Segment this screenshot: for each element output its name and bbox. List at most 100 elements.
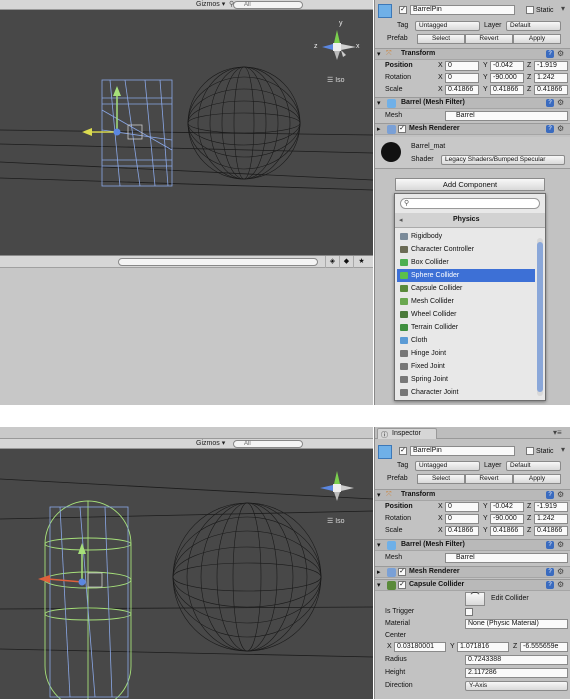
scale-z-field[interactable]: 0.41866 xyxy=(534,85,568,95)
help-icon[interactable]: ? xyxy=(546,99,554,107)
scale-y-field[interactable]: 0.41866 xyxy=(490,526,524,536)
component-item[interactable]: Spring Joint xyxy=(397,373,535,386)
is-trigger-checkbox[interactable] xyxy=(465,608,473,616)
component-item[interactable]: Wheel Collider xyxy=(397,308,535,321)
tab-inspector[interactable]: ⓘ Inspector xyxy=(377,428,437,439)
gear-icon[interactable]: ⚙ xyxy=(557,98,564,107)
center-z-field[interactable]: -6.555659e xyxy=(520,642,568,652)
projection-toggle[interactable]: ☰ Iso xyxy=(327,76,345,84)
scale-x-field[interactable]: 0.41866 xyxy=(445,85,479,95)
component-item[interactable]: Mesh Collider xyxy=(397,295,535,308)
position-z-field[interactable]: -1.919 xyxy=(534,502,568,512)
height-field[interactable]: 2.117286 xyxy=(465,668,568,678)
scrollbar-thumb[interactable] xyxy=(537,242,543,392)
center-x-field[interactable]: 0.03180001 xyxy=(394,642,446,652)
active-checkbox[interactable]: ✓ xyxy=(399,447,407,455)
add-component-button[interactable]: Add Component xyxy=(395,178,545,191)
category-header[interactable]: ◂ Physics xyxy=(395,213,545,228)
component-item[interactable]: Box Collider xyxy=(397,256,535,269)
rotation-x-field[interactable]: 0 xyxy=(445,73,479,83)
scale-y-field[interactable]: 0.41866 xyxy=(490,85,524,95)
foldout-arrow-icon[interactable]: ▸ xyxy=(377,125,381,133)
radius-field[interactable]: 0.7243388 xyxy=(465,655,568,665)
foldout-arrow-icon[interactable]: ▾ xyxy=(377,50,381,58)
chevron-down-icon[interactable]: ▾ xyxy=(561,4,565,13)
rotation-y-field[interactable]: -90.000 xyxy=(490,73,524,83)
chevron-down-icon[interactable]: ▾ xyxy=(561,445,565,454)
back-arrow-icon[interactable]: ◂ xyxy=(399,216,403,224)
rotation-y-field[interactable]: -90.000 xyxy=(490,514,524,524)
center-y-field[interactable]: 1.071816 xyxy=(457,642,509,652)
prefab-apply-button[interactable]: Apply xyxy=(513,474,561,484)
mesh-renderer-enabled-checkbox[interactable]: ✓ xyxy=(398,125,406,133)
prefab-revert-button[interactable]: Revert xyxy=(465,474,513,484)
capsule-collider-enabled-checkbox[interactable]: ✓ xyxy=(398,581,406,589)
add-component-popup[interactable]: ⚲ ◂ Physics Rigidbody Character Controlle… xyxy=(394,193,546,401)
scene-search-input[interactable]: All xyxy=(233,440,303,448)
position-y-field[interactable]: -0.042 xyxy=(490,61,524,71)
mesh-filter-header[interactable]: ▾ Barrel (Mesh Filter) ? ⚙ xyxy=(375,97,570,109)
position-z-field[interactable]: -1.919 xyxy=(534,61,568,71)
edit-collider-button[interactable]: ⌒ xyxy=(465,592,485,606)
mesh-filter-header[interactable]: ▾ Barrel (Mesh Filter) ? ⚙ xyxy=(375,539,570,551)
scene-view-bottom[interactable]: Gizmos ▾ All ☰ Iso xyxy=(0,427,373,699)
gear-icon[interactable]: ⚙ xyxy=(557,580,564,589)
favorite-star-icon[interactable]: ★ xyxy=(353,256,369,268)
mesh-field[interactable]: Barrel xyxy=(445,553,568,563)
static-checkbox[interactable] xyxy=(526,447,534,455)
filter-label-icon[interactable]: ◆ xyxy=(339,256,353,268)
rotation-x-field[interactable]: 0 xyxy=(445,514,479,524)
gizmos-menu[interactable]: Gizmos ▾ xyxy=(196,0,225,8)
scale-x-field[interactable]: 0.41866 xyxy=(445,526,479,536)
gear-icon[interactable]: ⚙ xyxy=(557,490,564,499)
component-item[interactable]: Hinge Joint xyxy=(397,347,535,360)
rotation-z-field[interactable]: 1.242 xyxy=(534,514,568,524)
foldout-arrow-icon[interactable]: ▸ xyxy=(377,568,381,576)
mesh-renderer-enabled-checkbox[interactable]: ✓ xyxy=(398,568,406,576)
direction-dropdown[interactable]: Y-Axis xyxy=(465,681,568,691)
filter-type-icon[interactable]: ◈ xyxy=(325,256,339,268)
transform-header[interactable]: ▾ ⤧ Transform ? ⚙ xyxy=(375,48,570,60)
static-checkbox[interactable] xyxy=(526,6,534,14)
component-item[interactable]: Character Joint xyxy=(397,386,535,399)
help-icon[interactable]: ? xyxy=(546,50,554,58)
help-icon[interactable]: ? xyxy=(546,581,554,589)
transform-header[interactable]: ▾ ⤧ Transform ? ⚙ xyxy=(375,489,570,501)
scrollbar-track[interactable] xyxy=(537,238,543,396)
component-item[interactable]: Cloth xyxy=(397,334,535,347)
scale-z-field[interactable]: 0.41866 xyxy=(534,526,568,536)
tag-dropdown[interactable]: Untagged xyxy=(415,21,480,31)
foldout-arrow-icon[interactable]: ▾ xyxy=(377,99,381,107)
object-name-field[interactable]: BarrelPin xyxy=(410,5,515,15)
projection-toggle[interactable]: ☰ Iso xyxy=(327,517,345,525)
tag-dropdown[interactable]: Untagged xyxy=(415,461,480,471)
component-item[interactable]: Capsule Collider xyxy=(397,282,535,295)
mesh-renderer-header[interactable]: ▸ ✓ Mesh Renderer ? ⚙ xyxy=(375,123,570,135)
shader-dropdown[interactable]: Legacy Shaders/Bumped Specular xyxy=(441,155,565,165)
capsule-collider-header[interactable]: ▾ ✓ Capsule Collider ? ⚙ xyxy=(375,579,570,591)
mesh-field[interactable]: Barrel xyxy=(445,111,568,121)
tab-menu-icon[interactable]: ▾≡ xyxy=(553,428,562,437)
component-search-input[interactable]: ⚲ xyxy=(400,198,540,209)
prefab-apply-button[interactable]: Apply xyxy=(513,34,561,44)
scene-search-input[interactable]: All xyxy=(233,1,303,9)
position-x-field[interactable]: 0 xyxy=(445,61,479,71)
foldout-arrow-icon[interactable]: ▾ xyxy=(377,491,381,499)
position-x-field[interactable]: 0 xyxy=(445,502,479,512)
prefab-revert-button[interactable]: Revert xyxy=(465,34,513,44)
gizmos-menu[interactable]: Gizmos ▾ xyxy=(196,439,225,447)
prefab-select-button[interactable]: Select xyxy=(417,474,465,484)
help-icon[interactable]: ? xyxy=(546,125,554,133)
scene-view-top[interactable]: Gizmos ▾ All ⚲ y z x ☰ Iso xyxy=(0,0,373,255)
gear-icon[interactable]: ⚙ xyxy=(557,540,564,549)
foldout-arrow-icon[interactable]: ▾ xyxy=(377,541,381,549)
gear-icon[interactable]: ⚙ xyxy=(557,49,564,58)
component-item[interactable]: Sphere Collider xyxy=(397,269,535,282)
component-item[interactable]: Fixed Joint xyxy=(397,360,535,373)
help-icon[interactable]: ? xyxy=(546,568,554,576)
help-icon[interactable]: ? xyxy=(546,541,554,549)
foldout-arrow-icon[interactable]: ▾ xyxy=(377,581,381,589)
physic-material-field[interactable]: None (Physic Material) xyxy=(465,619,568,629)
help-icon[interactable]: ? xyxy=(546,491,554,499)
component-item[interactable]: Character Controller xyxy=(397,243,535,256)
